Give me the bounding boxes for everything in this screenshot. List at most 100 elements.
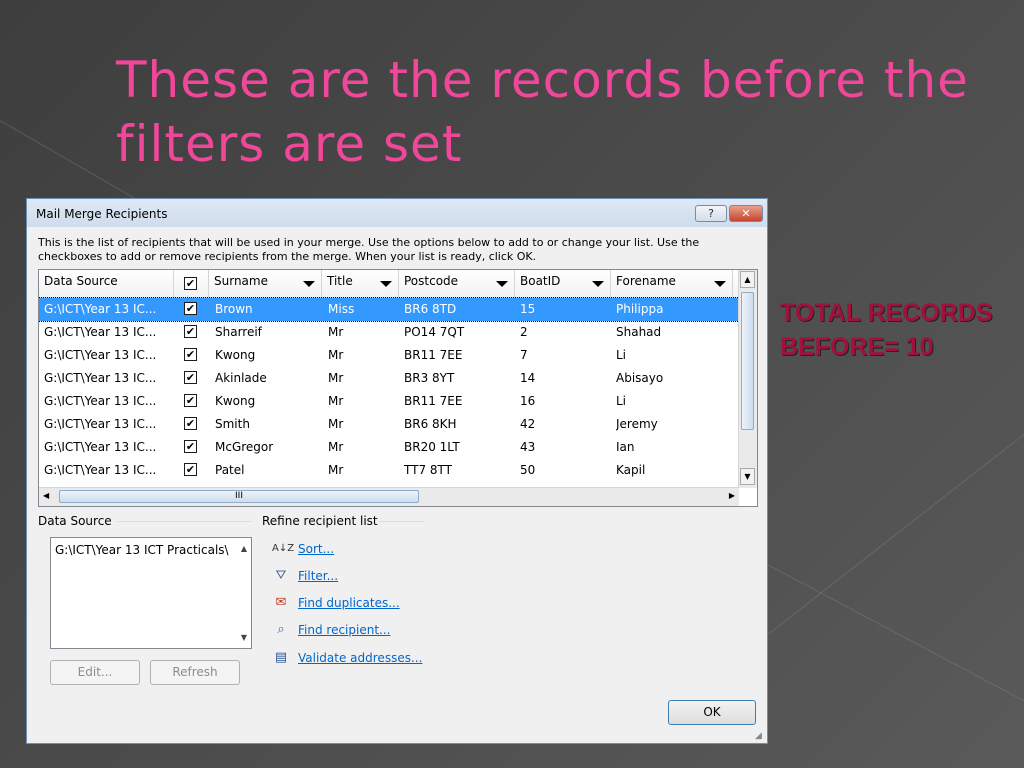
- ok-button[interactable]: OK: [668, 700, 756, 725]
- cell-boatid: 2: [520, 325, 528, 339]
- dropdown-arrow-icon[interactable]: [303, 281, 315, 287]
- cell-boatid: 7: [520, 348, 528, 362]
- refine-group-label: Refine recipient list: [262, 514, 378, 528]
- cell-boatid: 42: [520, 417, 536, 431]
- cell-boatid: 14: [520, 371, 536, 385]
- validate-addresses-link[interactable]: Validate addresses...: [298, 651, 422, 665]
- mail-merge-dialog: Mail Merge Recipients ? ✕ This is the li…: [26, 198, 768, 744]
- data-source-group-label: Data Source: [38, 514, 112, 528]
- scroll-down-icon[interactable]: ▼: [740, 468, 755, 485]
- table-row[interactable]: G:\ICT\Year 13 IC... Kwong Mr BR11 7EE 7 Li ✔: [39, 344, 739, 367]
- cell-surname: McGregor: [215, 440, 274, 454]
- table-row[interactable]: G:\ICT\Year 13 IC... Smith Mr BR6 8KH 42 Jere…: [39, 413, 739, 436]
- dropdown-arrow-icon[interactable]: [380, 281, 392, 287]
- table-row[interactable]: G:\ICT\Year 13 IC... Kwong Mr BR11 7EE 16 Li ✔: [39, 390, 739, 413]
- data-source-list[interactable]: G:\ICT\Year 13 ICT Practicals\ ▲ ▼: [50, 537, 252, 649]
- row-checkbox[interactable]: ✔: [184, 348, 197, 361]
- find-recipient-link[interactable]: Find recipient...: [298, 623, 390, 637]
- table-row[interactable]: G:\ICT\Year 13 IC... Patel Mr TT7 8TT 50 Kapi…: [39, 459, 739, 482]
- cell-forename: Shahad: [616, 325, 662, 339]
- find-duplicates-link[interactable]: Find duplicates...: [298, 596, 400, 610]
- find-recipient-icon: ⌕: [277, 622, 285, 637]
- column-header-postcode[interactable]: Postcode: [399, 270, 515, 297]
- background-line: [760, 381, 1024, 641]
- dropdown-arrow-icon[interactable]: [496, 281, 508, 287]
- cell-forename: Li: [616, 348, 627, 362]
- table-row[interactable]: G:\ICT\Year 13 IC... Brown Miss BR6 8TD 15 Ph…: [39, 297, 740, 322]
- background-line: [759, 560, 1024, 749]
- cell-surname: Sharreif: [215, 325, 262, 339]
- column-header-data-source[interactable]: Data Source: [39, 270, 174, 297]
- table-row[interactable]: G:\ICT\Year 13 IC... Akinlade Mr BR3 8YT 14 A…: [39, 367, 739, 390]
- cell-data-source: G:\ICT\Year 13 IC...: [44, 463, 157, 477]
- cell-surname: Akinlade: [215, 371, 267, 385]
- scroll-left-icon[interactable]: ◀: [43, 491, 49, 500]
- vertical-scrollbar[interactable]: ▲ ▼: [738, 270, 757, 488]
- scroll-down-icon[interactable]: ▼: [241, 633, 247, 642]
- cell-surname: Kwong: [215, 394, 256, 408]
- row-checkbox[interactable]: ✔: [184, 463, 197, 476]
- table-row[interactable]: G:\ICT\Year 13 IC... Sharreif Mr PO14 7QT 2 S…: [39, 321, 739, 344]
- dialog-title: Mail Merge Recipients: [36, 207, 168, 221]
- cell-title: Mr: [328, 440, 344, 454]
- select-all-checkbox[interactable]: ✔: [184, 277, 197, 290]
- row-checkbox[interactable]: ✔: [184, 325, 197, 338]
- dialog-title-bar: Mail Merge Recipients ? ✕: [27, 199, 767, 227]
- cell-postcode: BR6 8TD: [404, 302, 457, 316]
- cell-surname: Brown: [215, 302, 253, 316]
- dropdown-arrow-icon[interactable]: [714, 281, 726, 287]
- row-checkbox[interactable]: ✔: [184, 302, 197, 315]
- column-header-select-all[interactable]: ✔: [174, 270, 209, 297]
- scroll-right-icon[interactable]: ▶: [729, 491, 735, 500]
- filter-icon: ⛛: [275, 568, 287, 583]
- cell-boatid: 50: [520, 463, 536, 477]
- scroll-up-icon[interactable]: ▲: [241, 544, 247, 553]
- cell-forename: Abisayo: [616, 371, 664, 385]
- resize-grip-icon[interactable]: ◢: [755, 731, 765, 741]
- group-divider: [379, 521, 424, 522]
- instructions-text: This is the list of recipients that will…: [38, 236, 700, 263]
- column-header-title[interactable]: Title: [322, 270, 399, 297]
- refresh-button[interactable]: Refresh: [150, 660, 240, 685]
- column-header-surname[interactable]: Surname: [209, 270, 322, 297]
- column-label: Postcode: [404, 274, 459, 288]
- cell-forename: Li: [616, 394, 627, 408]
- cell-data-source: G:\ICT\Year 13 IC...: [44, 348, 157, 362]
- row-checkbox[interactable]: ✔: [184, 417, 197, 430]
- column-header-boatid[interactable]: BoatID: [515, 270, 611, 297]
- cell-title: Mr: [328, 394, 344, 408]
- row-checkbox[interactable]: ✔: [184, 440, 197, 453]
- help-button[interactable]: ?: [695, 205, 727, 222]
- cell-title: Mr: [328, 371, 344, 385]
- scroll-up-icon[interactable]: ▲: [740, 271, 755, 288]
- grid-header: Data Source ✔ Surname Title Postcode Boa…: [39, 270, 739, 298]
- row-checkbox[interactable]: ✔: [184, 371, 197, 384]
- filter-link[interactable]: Filter...: [298, 569, 338, 583]
- sort-icon: A↓Z: [272, 543, 295, 554]
- sort-link[interactable]: Sort...: [298, 542, 334, 556]
- cell-data-source: G:\ICT\Year 13 IC...: [44, 394, 157, 408]
- row-checkbox[interactable]: ✔: [184, 394, 197, 407]
- cell-forename: Jeremy: [616, 417, 658, 431]
- validate-icon: ▤: [274, 650, 288, 665]
- group-divider: [117, 521, 252, 522]
- cell-title: Miss: [328, 302, 355, 316]
- column-header-forename[interactable]: Forename: [611, 270, 733, 297]
- cell-forename: Kapil: [616, 463, 646, 477]
- close-button[interactable]: ✕: [729, 205, 763, 222]
- cell-data-source: G:\ICT\Year 13 IC...: [44, 440, 157, 454]
- cell-boatid: 15: [520, 302, 536, 316]
- horizontal-scrollbar[interactable]: ◀ III ▶: [39, 487, 739, 506]
- cell-postcode: BR11 7EE: [404, 348, 463, 362]
- table-row[interactable]: G:\ICT\Year 13 IC... McGregor Mr BR20 1LT 43…: [39, 436, 739, 459]
- horizontal-scroll-thumb[interactable]: III: [59, 490, 419, 503]
- vertical-scroll-thumb[interactable]: [741, 292, 754, 430]
- cell-title: Mr: [328, 348, 344, 362]
- dropdown-arrow-icon[interactable]: [592, 281, 604, 287]
- data-source-item[interactable]: G:\ICT\Year 13 ICT Practicals\: [55, 543, 233, 557]
- cell-postcode: TT7 8TT: [404, 463, 452, 477]
- cell-forename: Ian: [616, 440, 635, 454]
- edit-button[interactable]: Edit...: [50, 660, 140, 685]
- cell-postcode: BR20 1LT: [404, 440, 460, 454]
- cell-postcode: BR11 7EE: [404, 394, 463, 408]
